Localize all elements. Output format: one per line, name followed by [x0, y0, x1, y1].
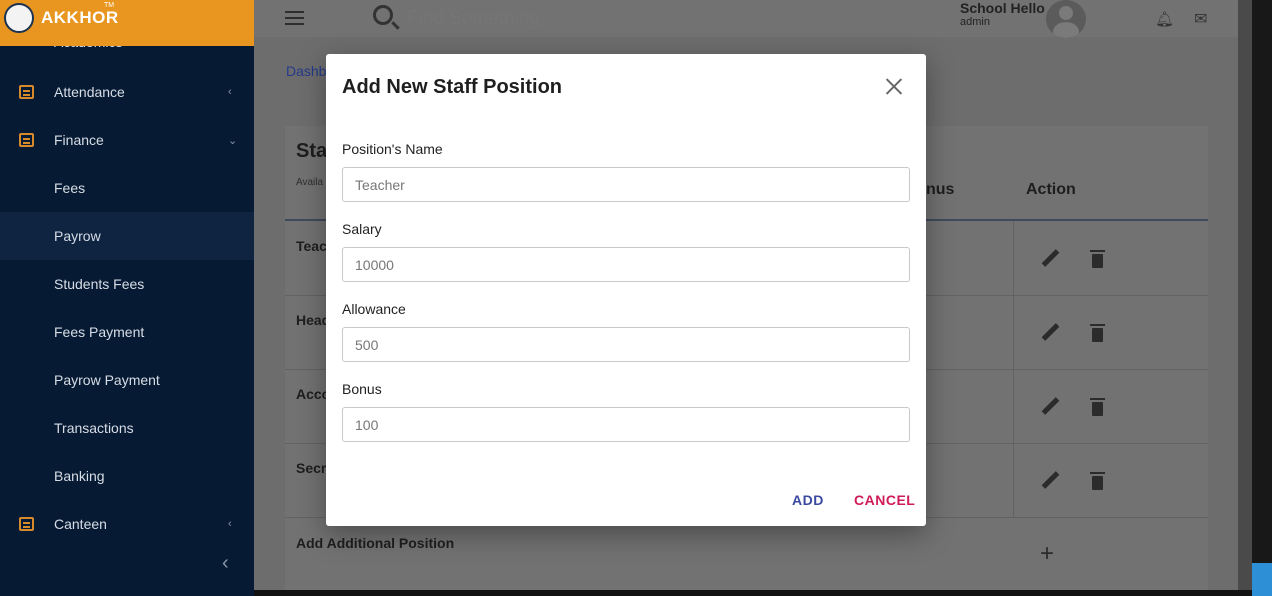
edit-icon[interactable]: [1040, 397, 1060, 417]
avatar[interactable]: [1046, 0, 1086, 38]
plus-icon[interactable]: +: [1040, 540, 1054, 568]
sidebar-item-finance[interactable]: Finance ⌄: [0, 116, 254, 164]
sidebar-item-label: Transactions: [54, 420, 134, 436]
list-icon: [19, 85, 34, 99]
allowance-field[interactable]: [342, 327, 910, 362]
sidebar-item-canteen[interactable]: Canteen ‹: [0, 500, 254, 548]
edit-icon[interactable]: [1040, 323, 1060, 343]
search-icon: [373, 5, 393, 25]
sidebar-item-label: Fees Payment: [54, 324, 145, 340]
sidebar-item-label: Payrow Payment: [54, 372, 160, 388]
window-edge-dark: [1252, 0, 1272, 563]
table-row-name: Teac: [296, 238, 327, 254]
sidebar: Academics Attendance ‹ Finance ⌄ Fees Pa…: [0, 0, 254, 596]
delete-icon[interactable]: [1090, 398, 1105, 416]
delete-icon[interactable]: [1090, 250, 1105, 268]
trademark: TM: [104, 2, 115, 9]
sidebar-item-fees-payment[interactable]: Fees Payment: [0, 308, 254, 356]
brand-name: AKKHOR: [41, 8, 119, 27]
salary-label: Salary: [342, 221, 382, 237]
brand-header[interactable]: AKKHOR TM: [0, 0, 254, 46]
sidebar-item-transactions[interactable]: Transactions: [0, 404, 254, 452]
user-name: School Hello: [960, 0, 1045, 16]
sidebar-item-attendance[interactable]: Attendance ‹: [0, 68, 254, 116]
add-staff-position-dialog: Add New Staff Position Position's Name S…: [326, 54, 926, 526]
card-subtitle: Availa: [296, 177, 324, 188]
bonus-label: Bonus: [342, 381, 382, 397]
user-role: admin: [960, 16, 990, 28]
sidebar-item-label: Attendance: [54, 84, 125, 100]
breadcrumb[interactable]: Dashb: [286, 63, 326, 79]
window-edge-accent: [1252, 563, 1272, 596]
logo-icon: [4, 3, 34, 33]
bonus-field[interactable]: [342, 407, 910, 442]
add-additional-position-label: Add Additional Position: [296, 535, 455, 551]
add-button[interactable]: ADD: [792, 492, 824, 508]
chevron-left-icon: ‹: [228, 518, 232, 530]
search-input[interactable]: [407, 7, 707, 31]
column-header-action: Action: [1026, 181, 1076, 198]
position-name-label: Position's Name: [342, 141, 443, 157]
sidebar-item-label: Finance: [54, 132, 104, 148]
top-bar: [254, 0, 1238, 37]
column-header-bonus: nus: [926, 181, 955, 198]
allowance-label: Allowance: [342, 301, 406, 317]
salary-field[interactable]: [342, 247, 910, 282]
table-row-name: Secr: [296, 460, 327, 476]
sidebar-item-label: Students Fees: [54, 276, 145, 292]
bell-icon[interactable]: 🔔︎: [1155, 10, 1174, 28]
bottom-edge: [254, 590, 1252, 596]
chevron-left-icon: ‹: [228, 86, 232, 98]
list-icon: [19, 517, 34, 531]
collapse-sidebar-icon[interactable]: ‹: [222, 552, 229, 575]
edit-icon[interactable]: [1040, 471, 1060, 491]
position-name-field[interactable]: [342, 167, 910, 202]
card-title: Sta: [296, 140, 328, 162]
mail-icon[interactable]: ✉︎: [1194, 9, 1207, 29]
delete-icon[interactable]: [1090, 472, 1105, 490]
chevron-down-icon: ⌄: [228, 134, 238, 147]
sidebar-item-label: Fees: [54, 180, 86, 196]
cancel-button[interactable]: CANCEL: [854, 492, 915, 508]
sidebar-item-students-fees[interactable]: Students Fees: [0, 260, 254, 308]
dialog-title: Add New Staff Position: [342, 76, 562, 98]
sidebar-item-payrow-payment[interactable]: Payrow Payment: [0, 356, 254, 404]
sidebar-item-label: Banking: [54, 468, 105, 484]
sidebar-item-payrow[interactable]: Payrow: [0, 212, 254, 260]
sidebar-item-label: Payrow: [54, 228, 101, 244]
menu-icon[interactable]: [285, 11, 304, 25]
delete-icon[interactable]: [1090, 324, 1105, 342]
list-icon: [19, 133, 34, 147]
close-icon[interactable]: [885, 77, 903, 95]
sidebar-item-banking[interactable]: Banking: [0, 452, 254, 500]
sidebar-item-label: Canteen: [54, 516, 107, 532]
edit-icon[interactable]: [1040, 249, 1060, 269]
sidebar-item-fees[interactable]: Fees: [0, 164, 254, 212]
